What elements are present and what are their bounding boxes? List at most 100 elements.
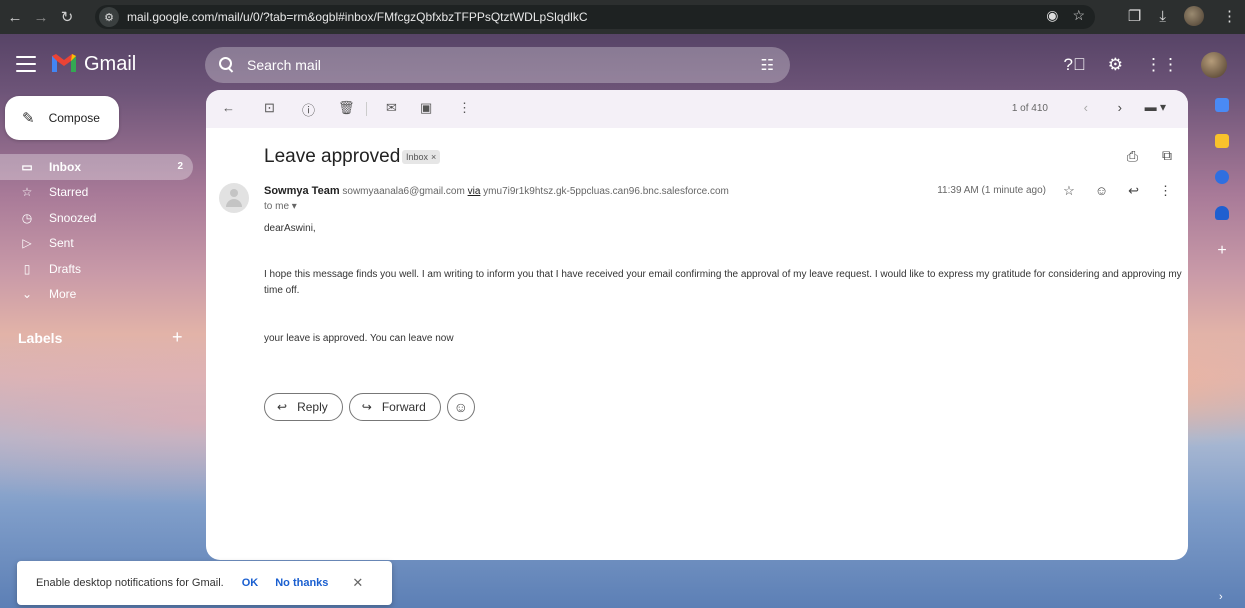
via-link[interactable]: via bbox=[468, 186, 481, 197]
open-new-window-icon[interactable]: ⧉ bbox=[1162, 147, 1172, 164]
compose-label: Compose bbox=[48, 111, 100, 125]
report-spam-icon[interactable]: ⓘ bbox=[302, 100, 315, 119]
address-bar[interactable]: ⚙ mail.google.com/mail/u/0/?tab=rm&ogbl#… bbox=[95, 5, 1095, 29]
site-settings-icon[interactable]: ⚙ bbox=[99, 7, 119, 27]
chevron-down-icon[interactable]: ▾ bbox=[292, 201, 297, 212]
star-icon[interactable]: ☆ bbox=[1063, 183, 1075, 199]
sidebar-item-label: Starred bbox=[49, 185, 89, 200]
email-subject: Leave approved bbox=[264, 146, 401, 167]
print-icon[interactable]: ⎙ bbox=[1127, 148, 1138, 165]
search-filters-icon[interactable]: ☷ bbox=[761, 56, 774, 74]
message-counter: 1 of 410 bbox=[1011, 103, 1048, 114]
compose-button[interactable]: ✎ Compose bbox=[5, 96, 119, 140]
via-domain: ymu7i9r1k9htsz.gk-5ppcluas.can96.bnc.sal… bbox=[483, 186, 729, 197]
gmail-logo-icon[interactable] bbox=[50, 52, 78, 74]
sidebar-item-starred[interactable]: ☆ Starred bbox=[0, 180, 196, 206]
calendar-icon[interactable] bbox=[1215, 98, 1229, 112]
email-paragraph: I hope this message finds you well. I am… bbox=[264, 269, 1182, 296]
browser-menu-icon[interactable]: ⋮ bbox=[1222, 7, 1237, 25]
sidebar-item-label: Drafts bbox=[49, 261, 82, 276]
more-options-icon[interactable]: ⋮ bbox=[458, 100, 471, 116]
sidebar-item-sent[interactable]: ▷ Sent bbox=[0, 231, 196, 257]
reload-icon[interactable]: ↻ bbox=[56, 6, 78, 28]
unread-count: 2 bbox=[177, 161, 183, 173]
browser-profile-avatar[interactable] bbox=[1184, 6, 1204, 26]
sidebar-item-drafts[interactable]: ▯ Drafts bbox=[0, 256, 196, 282]
message-toolbar: ← ⊡ ⓘ 🗑 ✉ ▣ ⋮ 1 of 410 ‹ › ▬ ▾ bbox=[206, 90, 1188, 128]
newer-chevron-icon[interactable]: ‹ bbox=[1084, 100, 1088, 115]
show-side-panel-icon[interactable]: › bbox=[1219, 591, 1223, 603]
email-paragraph: your leave is approved. You can leave no… bbox=[264, 333, 454, 344]
sidebar-item-more[interactable]: ⌄ More bbox=[0, 282, 196, 308]
toast-message: Enable desktop notifications for Gmail. bbox=[36, 577, 224, 589]
help-icon[interactable]: ?⃝ bbox=[1064, 55, 1086, 75]
keep-icon[interactable] bbox=[1215, 134, 1229, 148]
sidebar-item-inbox[interactable]: ▭ Inbox 2 bbox=[0, 154, 193, 180]
sidebar-item-label: Sent bbox=[49, 236, 74, 251]
message-pane: ← ⊡ ⓘ 🗑 ✉ ▣ ⋮ 1 of 410 ‹ › ▬ ▾ Leave app… bbox=[206, 90, 1188, 560]
main-menu-icon[interactable] bbox=[16, 56, 36, 72]
side-panel: + bbox=[1204, 98, 1240, 260]
search-placeholder[interactable]: Search mail bbox=[247, 57, 321, 73]
input-tools-icon[interactable]: ▬ ▾ bbox=[1145, 100, 1166, 114]
back-arrow-icon[interactable]: ← bbox=[4, 6, 26, 28]
emoji-reaction-icon[interactable]: ☺ bbox=[1095, 183, 1108, 199]
close-icon[interactable]: ✕ bbox=[352, 575, 363, 591]
reply-button[interactable]: ↩ Reply bbox=[264, 393, 343, 421]
gmail-brand[interactable]: Gmail bbox=[84, 53, 136, 76]
toast-ok-button[interactable]: OK bbox=[242, 577, 259, 589]
reply-icon: ↩ bbox=[277, 400, 288, 414]
send-icon: ▷ bbox=[22, 236, 32, 251]
sidebar-item-snoozed[interactable]: ◷ Snoozed bbox=[0, 205, 196, 231]
star-icon: ☆ bbox=[21, 185, 33, 200]
download-icon[interactable]: ⤓ bbox=[1159, 8, 1166, 25]
labels-heading: Labels bbox=[18, 330, 63, 346]
search-icon[interactable] bbox=[219, 57, 235, 73]
recipient-label: to me bbox=[264, 201, 290, 212]
contacts-icon[interactable] bbox=[1215, 206, 1229, 220]
older-chevron-icon[interactable]: › bbox=[1118, 100, 1122, 115]
inbox-label-chip[interactable]: Inbox × bbox=[402, 150, 441, 164]
sidebar-nav: ▭ Inbox 2 ☆ Starred ◷ Snoozed ▷ Sent ▯ D… bbox=[0, 154, 196, 307]
url-text[interactable]: mail.google.com/mail/u/0/?tab=rm&ogbl#in… bbox=[127, 10, 588, 24]
reply-icon[interactable]: ↩ bbox=[1128, 183, 1139, 199]
delete-icon[interactable]: 🗑 bbox=[338, 100, 355, 116]
reply-label: Reply bbox=[297, 400, 328, 414]
search-input[interactable]: Search mail ☷ bbox=[205, 47, 790, 83]
inbox-icon: ▭ bbox=[21, 159, 33, 174]
forward-label: Forward bbox=[381, 400, 426, 414]
sender-email: sowmyaanala6@gmail.com bbox=[342, 186, 465, 197]
forward-arrow-icon[interactable]: → bbox=[30, 6, 52, 28]
message-time: 11:39 AM (1 minute ago) bbox=[937, 185, 1046, 196]
sender-name[interactable]: Sowmya Team bbox=[264, 185, 340, 197]
settings-gear-icon[interactable]: ⚙ bbox=[1108, 55, 1123, 75]
move-to-folder-icon[interactable]: ▣ bbox=[420, 100, 432, 116]
bookmark-star-icon[interactable]: ☆ bbox=[1072, 7, 1085, 24]
add-label-icon[interactable]: + bbox=[172, 327, 183, 348]
forward-button[interactable]: ↪ Forward bbox=[348, 393, 441, 421]
get-addons-icon[interactable]: + bbox=[1217, 242, 1226, 260]
tasks-icon[interactable] bbox=[1215, 170, 1229, 184]
notification-toast: Enable desktop notifications for Gmail. … bbox=[17, 561, 392, 605]
clock-icon: ◷ bbox=[21, 210, 33, 225]
toast-no-thanks-button[interactable]: No thanks bbox=[275, 577, 328, 589]
archive-icon[interactable]: ⊡ bbox=[264, 100, 275, 116]
eye-icon[interactable]: ◉ bbox=[1046, 7, 1058, 24]
sender-avatar[interactable] bbox=[219, 183, 249, 213]
account-avatar[interactable] bbox=[1201, 52, 1227, 78]
emoji-reaction-button[interactable]: ☺ bbox=[446, 393, 475, 421]
browser-toolbar: ← → ↻ ⚙ mail.google.com/mail/u/0/?tab=rm… bbox=[0, 0, 1245, 34]
sender-line: Sowmya Team sowmyaanala6@gmail.com via y… bbox=[264, 185, 729, 197]
sidebar-item-label: Snoozed bbox=[49, 210, 97, 225]
mark-unread-icon[interactable]: ✉ bbox=[386, 100, 397, 116]
back-to-inbox-icon[interactable]: ← bbox=[222, 100, 235, 115]
draft-icon: ▯ bbox=[23, 261, 31, 276]
sidebar-item-label: More bbox=[49, 287, 77, 302]
extensions-icon[interactable]: ❐ bbox=[1128, 7, 1141, 25]
email-greeting: dearAswini, bbox=[264, 223, 316, 234]
recipient-details[interactable]: to me ▾ bbox=[264, 201, 297, 212]
forward-icon: ↪ bbox=[361, 400, 372, 414]
more-options-icon[interactable]: ⋮ bbox=[1159, 183, 1172, 199]
remove-label-icon[interactable]: × bbox=[431, 152, 436, 162]
apps-grid-icon[interactable]: ⋮⋮ bbox=[1145, 55, 1179, 75]
